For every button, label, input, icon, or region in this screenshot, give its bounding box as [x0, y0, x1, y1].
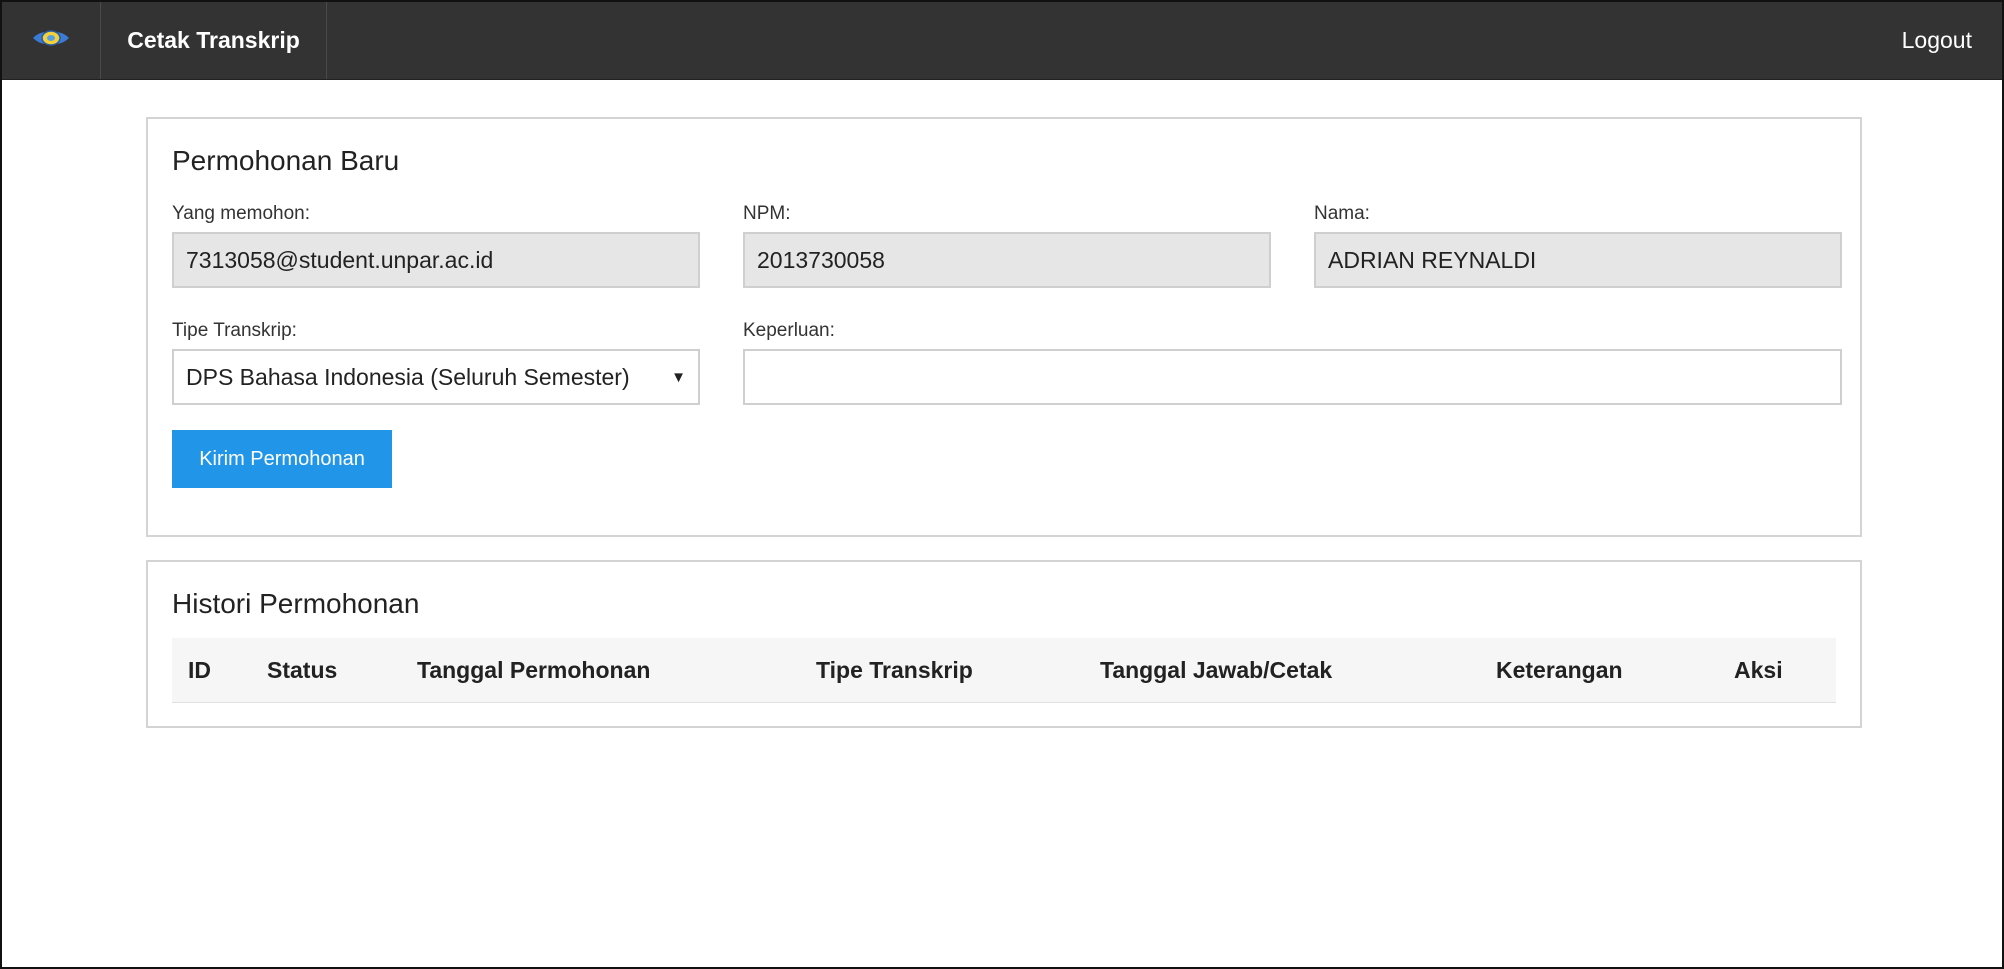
column-header-response-date[interactable]: Tanggal Jawab/Cetak — [1100, 638, 1332, 702]
npm-label: NPM: — [743, 203, 791, 224]
nav-brand-title[interactable]: Cetak Transkrip — [101, 2, 327, 79]
top-navbar: Cetak Transkrip Logout — [2, 2, 2002, 80]
transcript-type-select[interactable]: DPS Bahasa Indonesia (Seluruh Semester) … — [172, 349, 700, 405]
requester-label: Yang memohon: — [172, 203, 311, 224]
university-logo-icon — [31, 25, 71, 56]
requester-field: 7313058@student.unpar.ac.id — [172, 232, 700, 288]
transcript-type-selected: DPS Bahasa Indonesia (Seluruh Semester) — [186, 363, 630, 390]
column-header-notes[interactable]: Keterangan — [1496, 638, 1623, 702]
history-panel: Histori Permohonan ID Status Tanggal Per… — [146, 560, 1862, 728]
caret-down-icon: ▼ — [671, 368, 686, 386]
transcript-type-label: Tipe Transkrip: — [172, 320, 297, 341]
new-request-panel: Permohonan Baru Yang memohon: 7313058@st… — [146, 117, 1862, 537]
name-field: ADRIAN REYNALDI — [1314, 232, 1842, 288]
purpose-label: Keperluan: — [743, 320, 835, 341]
submit-request-button[interactable]: Kirim Permohonan — [172, 430, 392, 488]
app-window: Cetak Transkrip Logout Permohonan Baru Y… — [0, 0, 2004, 969]
logout-link[interactable]: Logout — [1902, 2, 1972, 79]
purpose-input[interactable] — [743, 349, 1842, 405]
panel-title-history: Histori Permohonan — [172, 588, 420, 619]
column-header-action[interactable]: Aksi — [1734, 638, 1783, 702]
logo-link[interactable] — [2, 2, 101, 79]
column-header-request-date[interactable]: Tanggal Permohonan — [417, 638, 650, 702]
history-table-header: ID Status Tanggal Permohonan Tipe Transk… — [172, 638, 1836, 703]
npm-field: 2013730058 — [743, 232, 1271, 288]
name-label: Nama: — [1314, 203, 1370, 224]
column-header-status[interactable]: Status — [267, 638, 337, 702]
column-header-id[interactable]: ID — [188, 638, 211, 702]
panel-title-new-request: Permohonan Baru — [172, 145, 400, 176]
column-header-transcript-type[interactable]: Tipe Transkrip — [816, 638, 973, 702]
